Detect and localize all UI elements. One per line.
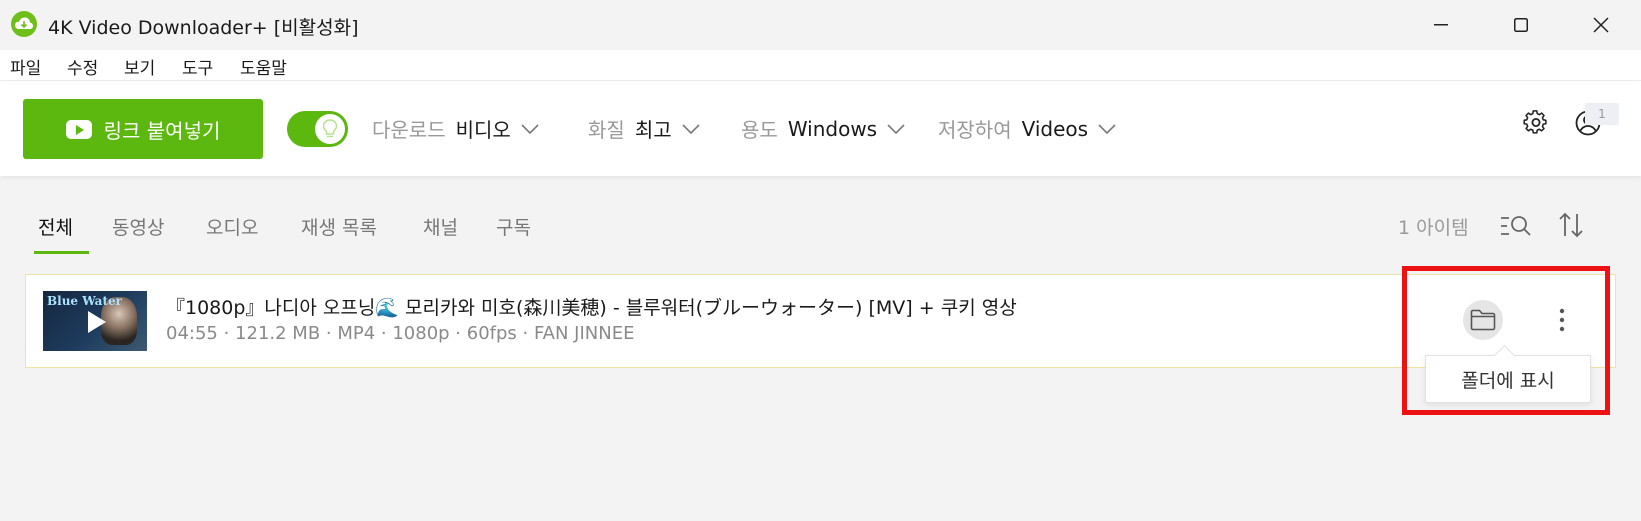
tab-audio[interactable]: 오디오 (206, 213, 258, 240)
quality-label: 화질 (588, 118, 625, 142)
highlight-annotation-box (1402, 266, 1610, 415)
sort-button[interactable] (1556, 210, 1586, 240)
paste-link-label: 링크 붙여넣기 (103, 118, 221, 143)
chevron-down-icon (521, 123, 539, 134)
maximize-icon (1514, 18, 1528, 32)
active-tab-indicator (34, 251, 89, 254)
quality-value: 최고 (634, 118, 672, 142)
tab-all[interactable]: 전체 (38, 213, 73, 240)
gear-icon (1523, 110, 1547, 134)
download-item[interactable]: Blue Water 『1080p』나디아 오프닝🌊 모리카와 미호(森川美穂)… (25, 274, 1616, 368)
tab-playlists[interactable]: 재생 목록 (301, 213, 377, 240)
settings-button[interactable] (1521, 108, 1551, 138)
tab-channels[interactable]: 채널 (423, 213, 458, 240)
lightbulb-icon (315, 114, 345, 144)
download-type-value: 비디오 (455, 118, 511, 142)
maximize-button[interactable] (1481, 0, 1561, 50)
minimize-icon (1434, 24, 1448, 26)
chevron-down-icon (887, 123, 905, 134)
play-icon (88, 311, 106, 333)
tab-subscriptions[interactable]: 구독 (496, 213, 531, 240)
menu-help[interactable]: 도움말 (240, 54, 287, 79)
download-type-dropdown[interactable]: 다운로드 비디오 (372, 114, 539, 143)
quality-dropdown[interactable]: 화질 최고 (588, 114, 700, 143)
purpose-label: 용도 (741, 118, 778, 142)
save-to-value: Videos (1021, 116, 1089, 141)
item-count: 1 아이템 (1398, 217, 1469, 239)
window-title: 4K Video Downloader+ [비활성화] (48, 17, 359, 39)
menu-view[interactable]: 보기 (124, 54, 155, 79)
chevron-down-icon (682, 123, 700, 134)
close-button[interactable] (1561, 0, 1641, 50)
smart-mode-toggle[interactable] (287, 111, 348, 147)
menu-file[interactable]: 파일 (10, 54, 41, 79)
sort-icon (1559, 212, 1583, 238)
close-icon (1593, 17, 1609, 33)
menu-tools[interactable]: 도구 (182, 54, 213, 79)
search-filter-button[interactable] (1499, 212, 1533, 240)
thumbnail-text: Blue Water (47, 294, 122, 308)
download-type-label: 다운로드 (372, 118, 446, 142)
chevron-down-icon (1098, 123, 1116, 134)
title-bar: 4K Video Downloader+ [비활성화] (0, 0, 1641, 50)
purpose-value: Windows (787, 116, 878, 141)
tab-videos[interactable]: 동영상 (112, 213, 164, 240)
menu-edit[interactable]: 수정 (67, 54, 98, 79)
search-list-icon (1501, 216, 1531, 236)
purpose-dropdown[interactable]: 용도 Windows (741, 114, 905, 143)
toolbar: 링크 붙여넣기 다운로드 비디오 화질 최고 용도 Windows 저장하여 V… (0, 81, 1641, 176)
paste-link-button[interactable]: 링크 붙여넣기 (23, 99, 263, 159)
youtube-icon (65, 119, 92, 139)
download-title: 『1080p』나디아 오프닝🌊 모리카와 미호(森川美穂) - 블루워터(ブルー… (166, 297, 1017, 319)
menu-bar: 파일 수정 보기 도구 도움말 (0, 50, 1641, 81)
save-to-label: 저장하여 (938, 118, 1012, 142)
download-meta: 04:55 · 121.2 MB · MP4 · 1080p · 60fps ·… (166, 323, 635, 344)
save-to-dropdown[interactable]: 저장하여 Videos (938, 114, 1116, 143)
app-logo-icon (11, 11, 37, 37)
notification-badge: 1 (1585, 103, 1619, 125)
video-thumbnail[interactable]: Blue Water (43, 291, 147, 351)
minimize-button[interactable] (1401, 0, 1481, 50)
